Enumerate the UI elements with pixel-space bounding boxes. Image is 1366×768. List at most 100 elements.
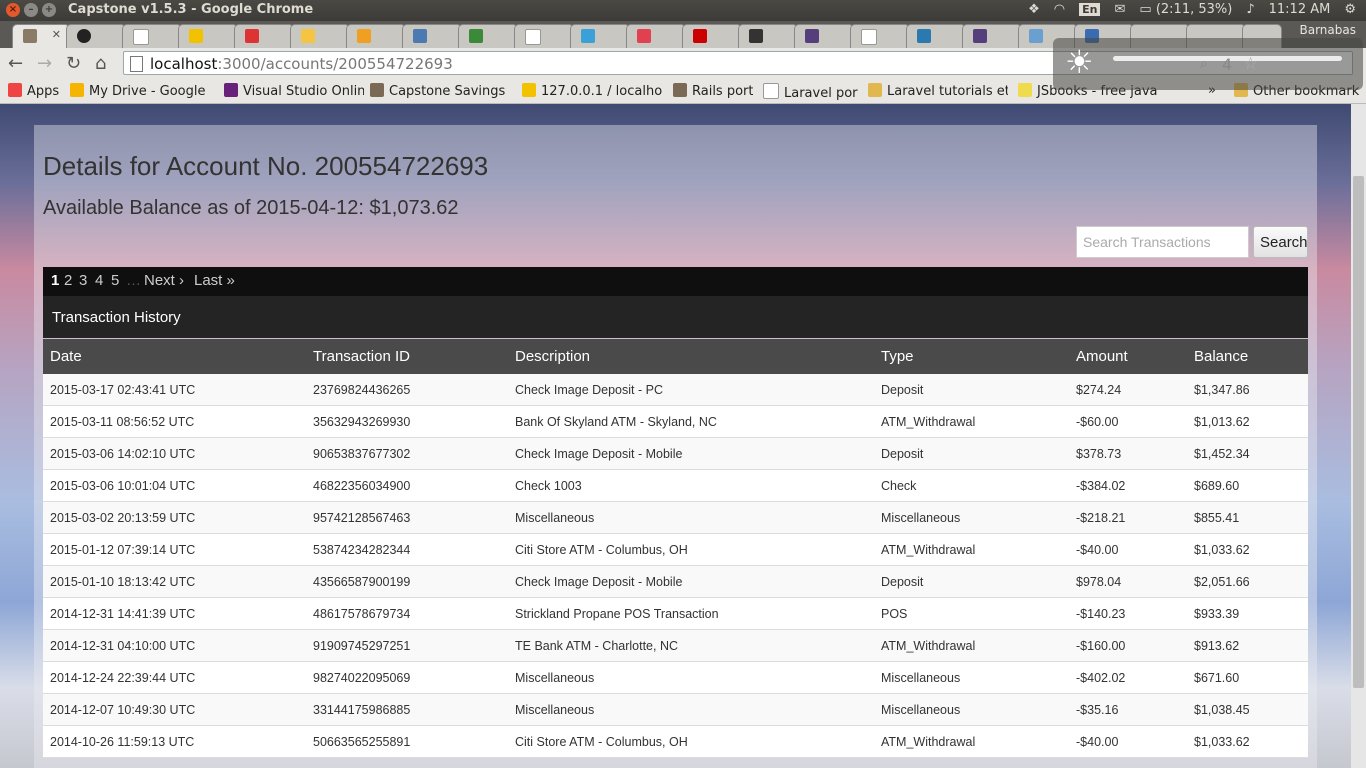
tab-bootstrap-2[interactable] [962, 24, 1022, 48]
page-gap: … [126, 272, 141, 289]
tab-doc-1[interactable] [514, 24, 574, 48]
cell-balance: $1,347.86 [1194, 383, 1250, 397]
search-transactions-input[interactable] [1076, 226, 1249, 258]
bookmark-item[interactable]: Laravel tutorials etc [868, 83, 1008, 99]
bookmark-icon [868, 83, 882, 97]
column-header-balance[interactable]: Balance [1194, 348, 1248, 365]
battery-status: (2:11, 53%) [1155, 2, 1233, 17]
o-icon [749, 29, 763, 43]
column-header-transaction-id[interactable]: Transaction ID [313, 348, 410, 365]
keyboard-layout[interactable]: En [1079, 3, 1101, 16]
page-link-3[interactable]: 3 [79, 272, 87, 289]
column-header-type[interactable]: Type [881, 348, 914, 365]
bookmark-label: Apps [27, 84, 60, 99]
tab-capstone[interactable]: ✕ [12, 24, 70, 48]
page-link-1[interactable]: 1 [51, 272, 59, 289]
page-link-5[interactable]: 5 [111, 272, 119, 289]
cell-date: 2015-03-06 10:01:04 UTC [50, 479, 196, 493]
zoom-level: 4 [1222, 55, 1233, 74]
profile-name[interactable]: Barnabas [1300, 23, 1357, 37]
page-viewport: Details for Account No. 200554722693 Ava… [0, 104, 1351, 768]
zoom-magnifier-icon[interactable]: ⌕ [1200, 56, 1208, 72]
home-icon[interactable]: ⌂ [95, 53, 106, 74]
bookmark-icon [1018, 83, 1032, 97]
table-row: 2015-01-10 18:13:42 UTC 43566587900199 Che… [43, 566, 1308, 598]
cell-description: Strickland Propane POS Transaction [515, 607, 719, 621]
cell-date: 2015-01-10 18:13:42 UTC [50, 575, 196, 589]
cell-amount: -$384.02 [1076, 479, 1126, 493]
cell-transaction-id: 98274022095069 [313, 671, 411, 685]
tab-phpmyadmin[interactable] [178, 24, 238, 48]
forward-arrow-icon[interactable]: → [37, 53, 52, 74]
clock[interactable]: 11:12 AM [1269, 2, 1331, 17]
bookmark-item[interactable]: My Drive - Google D [70, 83, 210, 99]
cell-transaction-id: 43566587900199 [313, 575, 411, 589]
h-icon [301, 29, 315, 43]
page-link-4[interactable]: 4 [95, 272, 103, 289]
window-maximize-button[interactable]: + [42, 3, 56, 17]
url-text: localhost:3000/accounts/200554722693 [150, 55, 453, 73]
tab-8[interactable] [402, 24, 462, 48]
mail-icon[interactable]: ✉ [1114, 2, 1125, 17]
tab-o[interactable] [738, 24, 798, 48]
column-header-amount[interactable]: Amount [1076, 348, 1128, 365]
table-row: 2015-03-06 10:01:04 UTC 46822356034900 Che… [43, 470, 1308, 502]
wifi-icon[interactable]: ◠ [1054, 2, 1065, 17]
tab-redbox[interactable] [626, 24, 686, 48]
scrollbar-thumb[interactable] [1353, 176, 1364, 688]
cell-amount: -$402.02 [1076, 671, 1126, 685]
bookmark-label: My Drive - Google D [89, 84, 210, 99]
bookmark-star-icon[interactable]: ☆ [1243, 54, 1258, 74]
cell-amount: -$60.00 [1076, 415, 1119, 429]
table-row: 2014-10-26 11:59:13 UTC 50663565255891 Cit… [43, 726, 1308, 758]
tab-h[interactable] [290, 24, 350, 48]
tab-colors[interactable] [906, 24, 966, 48]
bookmark-item[interactable]: Laravel port [763, 83, 858, 101]
tab-t[interactable] [570, 24, 630, 48]
settings-gear-icon[interactable]: ⚙ [1344, 2, 1356, 17]
tab-fb[interactable] [234, 24, 294, 48]
tab-v[interactable] [346, 24, 406, 48]
tab-close-icon[interactable]: ✕ [52, 28, 61, 41]
bookmark-item[interactable]: 127.0.0.1 / localhost [522, 83, 662, 99]
reload-icon[interactable]: ↻ [66, 53, 81, 74]
github-icon [77, 29, 91, 43]
page-scrollbar[interactable] [1351, 104, 1366, 768]
dropbox-icon[interactable]: ❖ [1028, 2, 1040, 17]
window-minimize-button[interactable]: – [24, 3, 38, 17]
tab-doc-2[interactable] [850, 24, 910, 48]
next-page-link[interactable]: Next › [144, 272, 184, 289]
cell-amount: -$40.00 [1076, 735, 1119, 749]
search-button[interactable]: Search [1253, 226, 1308, 258]
cell-type: Miscellaneous [881, 671, 961, 685]
column-header-date[interactable]: Date [50, 348, 82, 365]
battery-indicator[interactable]: ▭ (2:11, 53%) [1139, 2, 1232, 17]
bootstrap-icon [805, 29, 819, 43]
volume-icon[interactable]: ♪ [1246, 2, 1254, 17]
tab-bootstrap-1[interactable] [794, 24, 854, 48]
cell-balance: $2,051.66 [1194, 575, 1250, 589]
page-icon [525, 29, 541, 45]
tab-amazon[interactable] [122, 24, 182, 48]
cell-description: Citi Store ATM - Columbus, OH [515, 543, 688, 557]
battery-icon: ▭ [1139, 2, 1152, 17]
last-page-link[interactable]: Last » [194, 272, 235, 289]
bookmark-item[interactable]: Visual Studio Online [224, 83, 364, 99]
tab-github[interactable] [66, 24, 126, 48]
cell-date: 2015-03-06 14:02:10 UTC [50, 447, 196, 461]
bookmark-item[interactable]: Rails port [673, 83, 753, 99]
bookmark-label: Laravel port [784, 86, 858, 101]
back-arrow-icon[interactable]: ← [8, 53, 23, 74]
bookmark-item[interactable]: Capstone Savings B [370, 83, 510, 99]
bookmark-item[interactable]: Apps [8, 83, 63, 99]
tab-bw[interactable] [458, 24, 518, 48]
page-link-2[interactable]: 2 [64, 272, 72, 289]
cell-amount: $274.24 [1076, 383, 1122, 397]
tab-rails[interactable] [682, 24, 742, 48]
cell-amount: $378.73 [1076, 447, 1122, 461]
colors-icon [917, 29, 931, 43]
section-title: Transaction History [52, 309, 181, 326]
window-close-button[interactable]: × [6, 3, 20, 17]
column-header-description[interactable]: Description [515, 348, 590, 365]
cell-date: 2015-01-12 07:39:14 UTC [50, 543, 196, 557]
